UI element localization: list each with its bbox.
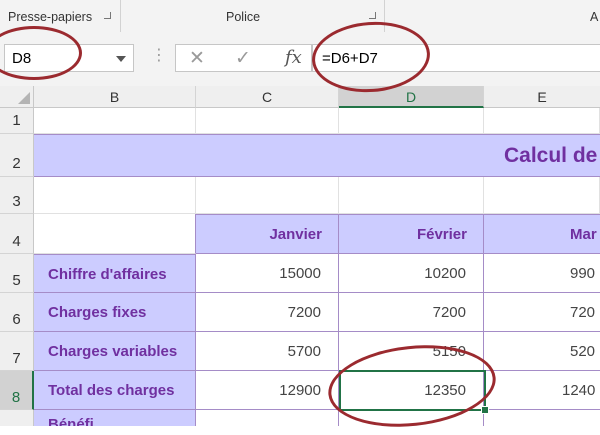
column-header-e[interactable]: E (484, 86, 600, 108)
chevron-down-icon[interactable] (116, 56, 126, 62)
cell-d3[interactable] (339, 177, 484, 214)
cancel-icon[interactable]: ✕ (189, 47, 205, 70)
row-header-2[interactable]: 2 (0, 134, 34, 177)
drag-handle-icon[interactable]: ⋮ (151, 47, 167, 65)
label-benefice[interactable]: Bénéfi (34, 410, 196, 426)
row-header-1[interactable]: 1 (0, 108, 34, 134)
label-charges-fixes[interactable]: Charges fixes (34, 293, 196, 332)
cell-c6[interactable]: 7200 (196, 293, 339, 332)
cell-c9[interactable] (196, 410, 339, 426)
cell-b4[interactable] (34, 214, 196, 254)
cell-d6[interactable]: 7200 (339, 293, 484, 332)
fill-handle[interactable] (481, 406, 489, 414)
column-header-c[interactable]: C (196, 86, 339, 108)
row-header-5[interactable]: 5 (0, 254, 34, 293)
font-launcher-icon[interactable] (369, 12, 376, 19)
cell-d5[interactable]: 10200 (339, 254, 484, 293)
header-fevrier[interactable]: Février (339, 214, 484, 254)
ribbon-group-labels: Presse-papiers Police A (0, 0, 600, 33)
check-icon[interactable]: ✓ (235, 47, 251, 70)
cell-e1[interactable] (484, 108, 600, 134)
ribbon-group-font: Police (226, 10, 261, 24)
header-janvier[interactable]: Janvier (196, 214, 339, 254)
label-total-charges[interactable]: Total des charges (34, 371, 196, 410)
cell-c8[interactable]: 12900 (196, 371, 339, 410)
cell-c5[interactable]: 15000 (196, 254, 339, 293)
cell-e3[interactable] (484, 177, 600, 214)
cell-e6[interactable]: 720 (484, 293, 600, 332)
cell-e8[interactable]: 1240 (484, 371, 600, 410)
row-header-3[interactable]: 3 (0, 177, 34, 214)
ribbon-separator (120, 0, 121, 32)
select-all-triangle-icon (18, 92, 30, 104)
row-header-9[interactable] (0, 410, 34, 426)
cell-e5[interactable]: 990 (484, 254, 600, 293)
clipboard-launcher-icon[interactable] (104, 12, 111, 19)
row-header-7[interactable]: 7 (0, 332, 34, 371)
cell-e7[interactable]: 520 (484, 332, 600, 371)
column-header-b[interactable]: B (34, 86, 196, 108)
cell-b3[interactable] (34, 177, 196, 214)
cell-c3[interactable] (196, 177, 339, 214)
row-header-4[interactable]: 4 (0, 214, 34, 254)
cell-c1[interactable] (196, 108, 339, 134)
label-chiffre-affaires[interactable]: Chiffre d'affaires (34, 254, 196, 293)
label-charges-variables[interactable]: Charges variables (34, 332, 196, 371)
cell-b1[interactable] (34, 108, 196, 134)
formula-buttons: ✕ ✓ fx (175, 44, 312, 72)
sheet-title: Calcul de (504, 144, 598, 167)
cell-c7[interactable]: 5700 (196, 332, 339, 371)
cell-d1[interactable] (339, 108, 484, 134)
ribbon-group-alignment: A (590, 10, 599, 24)
header-mars[interactable]: Mar (484, 214, 600, 254)
row-header-6[interactable]: 6 (0, 293, 34, 332)
insert-function-icon[interactable]: fx (285, 47, 302, 68)
row-header-8[interactable]: 8 (0, 371, 34, 410)
cell-e9[interactable] (484, 410, 600, 426)
ribbon-group-clipboard: Presse-papiers (8, 10, 93, 24)
